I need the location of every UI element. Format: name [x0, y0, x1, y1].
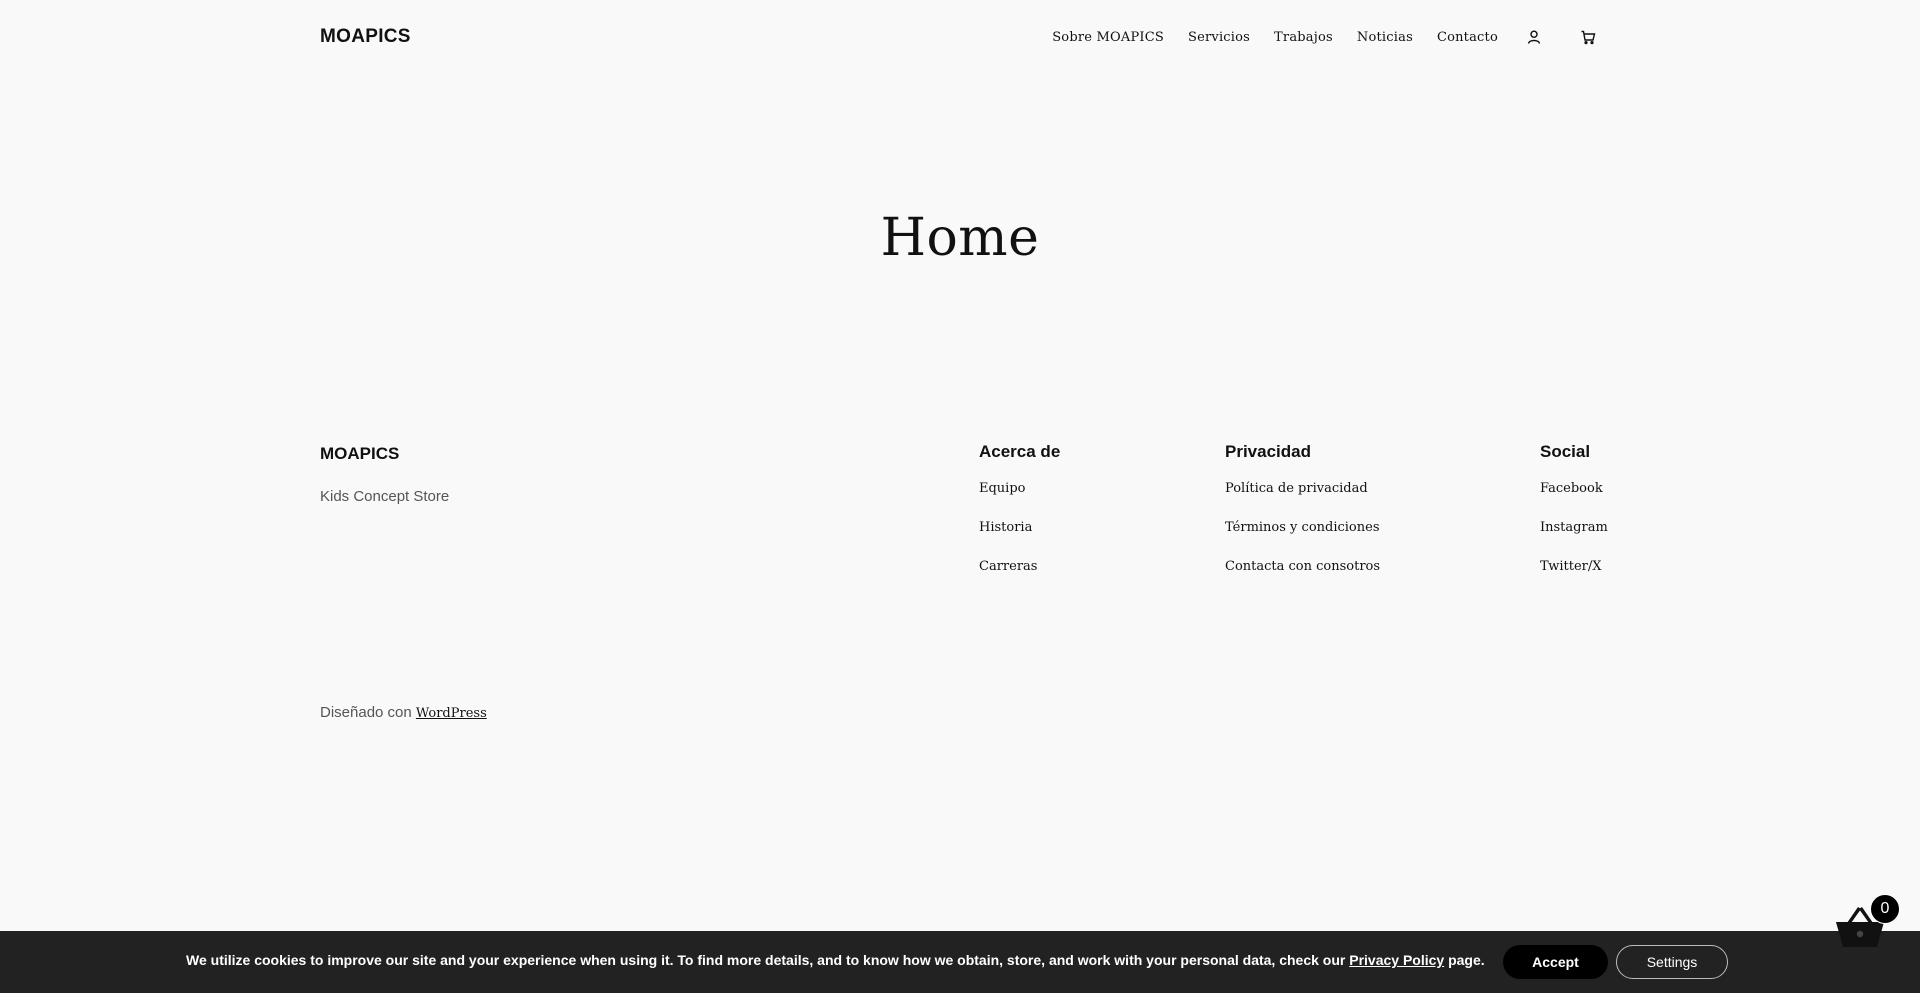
footer-heading-privacy: Privacidad — [1225, 442, 1311, 461]
credit-prefix: Diseñado con — [320, 704, 416, 721]
nav-noticias[interactable]: Noticias — [1357, 30, 1413, 45]
footer-heading-social: Social — [1540, 442, 1591, 461]
cookie-text-before: We utilize cookies to improve our site a… — [186, 952, 1350, 968]
cookie-message: We utilize cookies to improve our site a… — [186, 952, 1485, 968]
footer-link-carreras[interactable]: Carreras — [979, 558, 1060, 597]
site-logo[interactable]: MOAPICS — [320, 26, 411, 48]
cookie-text-after: page. — [1444, 952, 1485, 968]
basket-count-badge: 0 — [1870, 894, 1900, 924]
footer-link-terms[interactable]: Términos y condiciones — [1225, 519, 1380, 558]
footer-credit: Diseñado con WordPress — [320, 704, 487, 721]
footer-link-twitter[interactable]: Twitter/X — [1540, 558, 1608, 597]
site-header: MOAPICS Sobre MOAPICS Servicios Trabajos… — [320, 22, 1600, 52]
nav-trabajos[interactable]: Trabajos — [1274, 30, 1333, 45]
footer-tagline: Kids Concept Store — [320, 488, 450, 505]
nav-contacto[interactable]: Contacto — [1437, 30, 1498, 45]
footer-link-facebook[interactable]: Facebook — [1540, 480, 1608, 519]
cart-icon[interactable] — [1576, 25, 1600, 49]
footer-heading-about: Acerca de — [979, 442, 1061, 461]
footer-link-contact[interactable]: Contacta con consotros — [1225, 558, 1380, 597]
footer-column-social: Social Facebook Instagram Twitter/X — [1540, 442, 1608, 597]
wordpress-link[interactable]: WordPress — [416, 706, 487, 721]
main-nav: Sobre MOAPICS Servicios Trabajos Noticia… — [1052, 25, 1600, 49]
footer-column-privacy: Privacidad Política de privacidad Términ… — [1225, 442, 1380, 597]
nav-servicios[interactable]: Servicios — [1188, 30, 1250, 45]
page-title: Home — [880, 208, 1040, 268]
accept-button[interactable]: Accept — [1503, 945, 1608, 979]
footer-link-privacy-policy[interactable]: Política de privacidad — [1225, 480, 1380, 519]
page: MOAPICS Sobre MOAPICS Servicios Trabajos… — [0, 0, 1920, 993]
account-icon[interactable] — [1522, 25, 1546, 49]
footer-link-historia[interactable]: Historia — [979, 519, 1060, 558]
nav-sobre-moapics[interactable]: Sobre MOAPICS — [1052, 30, 1164, 45]
settings-button[interactable]: Settings — [1616, 945, 1728, 979]
cookie-bar: We utilize cookies to improve our site a… — [0, 931, 1920, 993]
footer-column-about: Acerca de Equipo Historia Carreras — [979, 442, 1060, 597]
privacy-policy-link[interactable]: Privacy Policy — [1349, 952, 1444, 968]
footer-link-instagram[interactable]: Instagram — [1540, 519, 1608, 558]
footer-link-equipo[interactable]: Equipo — [979, 480, 1060, 519]
footer-brand[interactable]: MOAPICS — [320, 444, 399, 464]
